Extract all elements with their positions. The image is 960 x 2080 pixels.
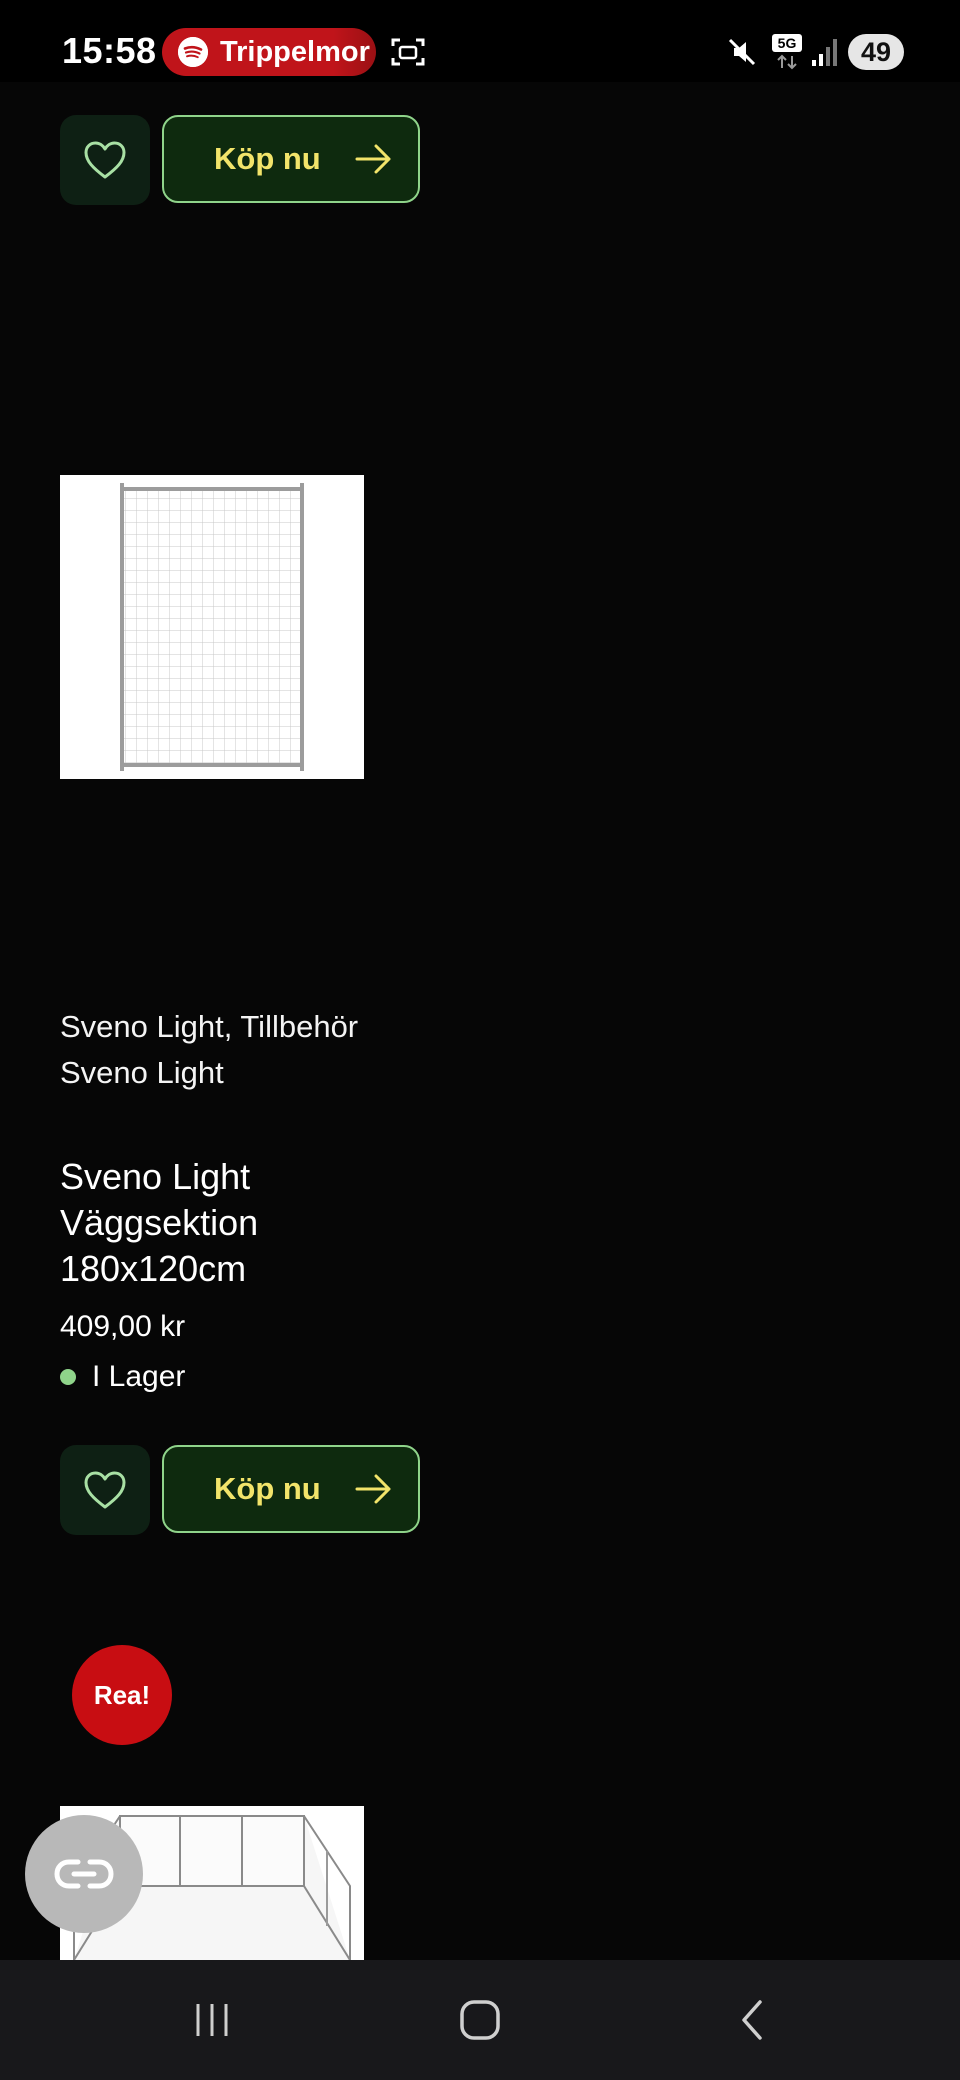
link-icon: [54, 1859, 114, 1889]
heart-icon: [84, 141, 126, 179]
spotify-icon: [178, 37, 208, 67]
home-button[interactable]: [448, 1960, 512, 2080]
top-product-actions: Köp nu: [60, 115, 420, 205]
heart-icon: [84, 1471, 126, 1509]
buy-now-button[interactable]: Köp nu: [162, 115, 420, 203]
buy-now-button[interactable]: Köp nu: [162, 1445, 420, 1533]
svg-text:5G: 5G: [778, 35, 797, 51]
system-navigation-bar: [0, 1960, 960, 2080]
favorite-button[interactable]: [60, 115, 150, 205]
recent-apps-button[interactable]: [180, 1960, 244, 2080]
arrow-right-icon: [355, 144, 391, 174]
home-icon: [460, 2000, 500, 2040]
in-stock-dot-icon: [60, 1369, 76, 1385]
back-icon: [742, 2000, 762, 2040]
product-title[interactable]: Sveno Light Väggsektion 180x120cm: [60, 1154, 380, 1292]
product-price: 409,00 kr: [60, 1310, 186, 1343]
arrow-right-icon: [355, 1474, 391, 1504]
battery-indicator: 49: [848, 34, 904, 70]
status-time: 15:58: [62, 30, 157, 71]
sale-badge: Rea!: [72, 1645, 172, 1745]
favorite-button[interactable]: [60, 1445, 150, 1535]
mute-icon: [726, 36, 758, 68]
buy-now-label: Köp nu: [214, 141, 321, 176]
product-actions: Köp nu: [60, 1445, 420, 1535]
screen-capture-icon: [390, 36, 426, 68]
signal-icon: [810, 36, 840, 68]
media-title: Trippelmor: [220, 35, 370, 68]
screen: 15:58 Trippelmor 5G 49 Köp nu Sveno Ligh…: [0, 0, 960, 2080]
network-5g-icon: 5G: [770, 32, 804, 72]
recent-apps-icon: [196, 2004, 228, 2036]
stock-label: I Lager: [92, 1360, 186, 1393]
product-image[interactable]: [60, 475, 364, 779]
stock-status: I Lager: [60, 1360, 185, 1394]
buy-now-label: Köp nu: [214, 1471, 321, 1506]
back-button[interactable]: [720, 1960, 784, 2080]
floating-link-button[interactable]: [25, 1815, 143, 1933]
product-categories[interactable]: Sveno Light, Tillbehör Sveno Light: [60, 1004, 360, 1096]
media-notification-pill[interactable]: Trippelmor: [162, 28, 376, 76]
status-bar: 15:58 Trippelmor 5G 49: [0, 0, 960, 82]
